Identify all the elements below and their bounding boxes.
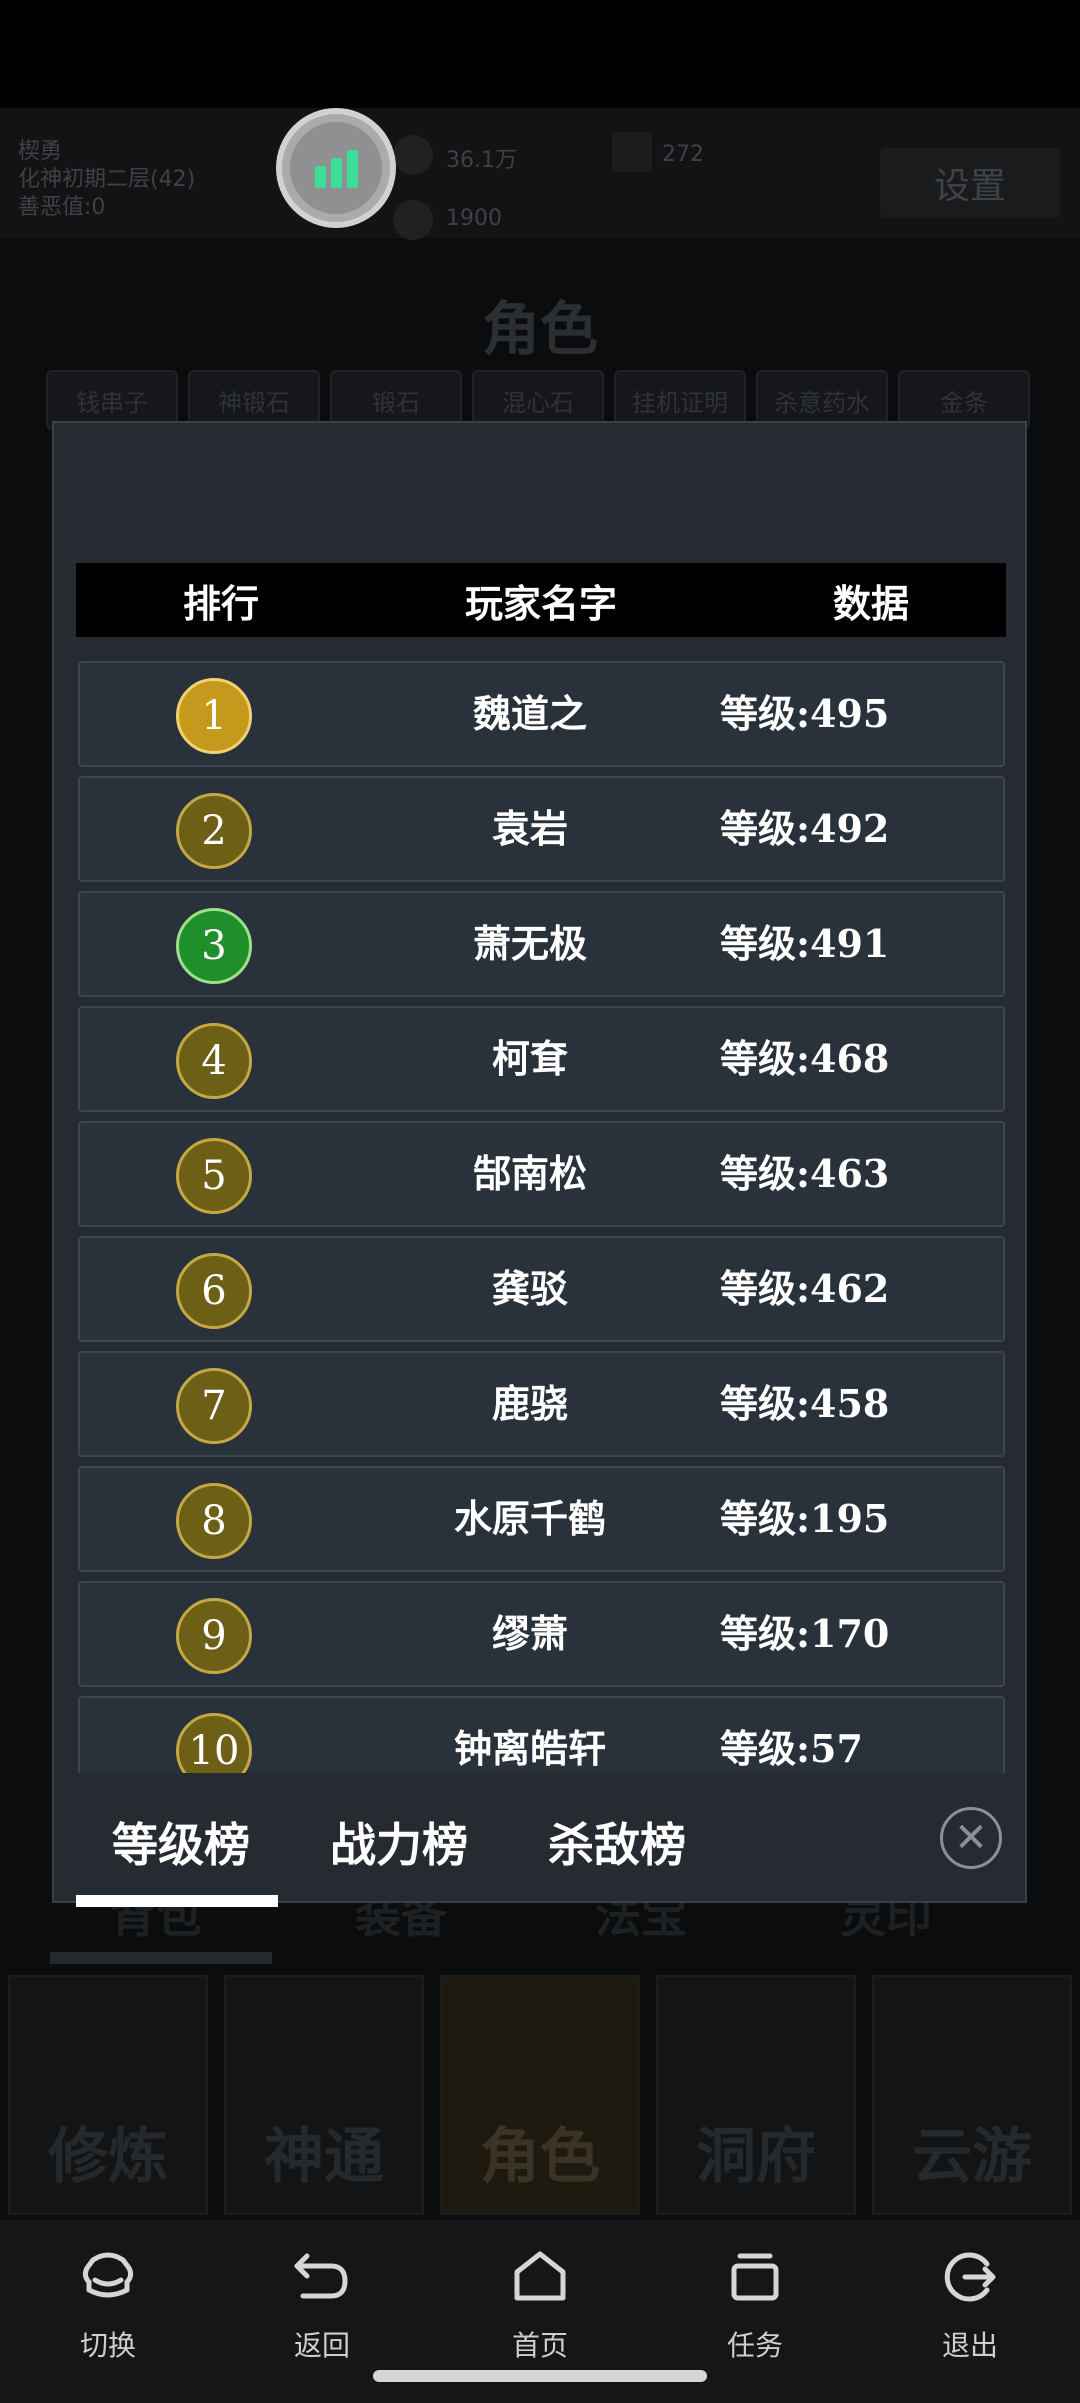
nav-tasks-button[interactable]: 任务 — [685, 2242, 825, 2364]
gesture-home-indicator[interactable] — [373, 2370, 707, 2382]
stat-crystals: 272 — [662, 142, 704, 167]
rank-medal: 9 — [176, 1598, 252, 1674]
player-name: 鹿骁 — [491, 1381, 568, 1426]
player-level: 等级:492 — [720, 806, 890, 851]
nav-switch-button[interactable]: 切换 — [38, 2242, 178, 2364]
card-label: 云游 — [912, 2122, 1032, 2192]
leaderboard-modal: 排行 玩家名字 数据 1 魏道之 等级:495 2 袁岩 等级:492 3 萧无极 等级:491… — [52, 421, 1029, 1907]
active-tab-indicator — [76, 1895, 278, 1907]
rank-medal: 5 — [176, 1138, 252, 1214]
header-rank: 排行 — [182, 580, 259, 626]
player-level: 等级:495 — [720, 691, 890, 736]
rank-medal: 8 — [176, 1483, 252, 1559]
tab-level-ranking[interactable]: 等级榜 — [112, 1809, 250, 1875]
player-karma: 善恶值:0 — [18, 195, 106, 220]
exit-icon — [944, 2252, 996, 2302]
card-abilities[interactable]: 神通 — [224, 1975, 424, 2215]
header-data: 数据 — [832, 580, 909, 626]
rank-medal: 10 — [176, 1713, 252, 1773]
card-travel[interactable]: 云游 — [872, 1975, 1072, 2215]
card-cave[interactable]: 洞府 — [656, 1975, 856, 2215]
nav-label: 首页 — [511, 2329, 568, 2362]
screen-title: 角色 — [481, 295, 598, 363]
leaderboard-list[interactable]: 1 魏道之 等级:495 2 袁岩 等级:492 3 萧无极 等级:491 4 柯耷 等级:468 5 郜… — [78, 661, 1008, 1773]
tab-kill-ranking[interactable]: 杀敌榜 — [548, 1809, 686, 1875]
rank-medal: 4 — [176, 1023, 252, 1099]
nav-label: 退出 — [941, 2329, 998, 2362]
nav-label: 任务 — [726, 2329, 783, 2362]
card-character[interactable]: 角色 — [440, 1975, 640, 2215]
nav-label: 切换 — [79, 2329, 136, 2362]
stat-spirit-stones: 36.1万 — [446, 148, 517, 173]
rank-medal: 2 — [176, 793, 252, 869]
card-label: 神通 — [264, 2122, 384, 2192]
leaderboard-tabs: 等级榜 战力榜 杀敌榜 — [54, 1773, 1029, 1905]
stat-coins: 1900 — [446, 206, 502, 231]
leaderboard-row[interactable]: 9 缪萧 等级:170 — [78, 1581, 1005, 1687]
player-level: 等级:57 — [720, 1726, 863, 1771]
leaderboard-row[interactable]: 1 魏道之 等级:495 — [78, 661, 1005, 767]
coin-icon — [393, 200, 433, 240]
player-name: 龚驳 — [491, 1266, 568, 1311]
player-name: 水原千鹤 — [453, 1496, 606, 1541]
leaderboard-row[interactable]: 4 柯耷 等级:468 — [78, 1006, 1005, 1112]
spirit-stone-icon — [393, 135, 433, 175]
bar-chart-icon — [290, 122, 382, 214]
floating-stats-button[interactable] — [276, 108, 396, 228]
status-area — [0, 0, 1080, 108]
player-level: 等级:468 — [720, 1036, 890, 1081]
nav-back-button[interactable]: 返回 — [252, 2242, 392, 2364]
player-info: 楔勇 化神初期二层(42) 善恶值:0 — [18, 138, 195, 222]
rank-medal: 3 — [176, 908, 252, 984]
leaderboard-row[interactable]: 3 萧无极 等级:491 — [78, 891, 1005, 997]
player-name: 萧无极 — [472, 921, 587, 966]
player-level: 等级:491 — [720, 921, 890, 966]
card-label: 修炼 — [48, 2122, 168, 2192]
leaderboard-header: 排行 玩家名字 数据 — [76, 563, 1006, 637]
header-player-name: 玩家名字 — [464, 580, 617, 626]
leaderboard-row[interactable]: 5 郜南松 等级:463 — [78, 1121, 1005, 1227]
player-name: 郜南松 — [472, 1151, 587, 1196]
leaderboard-row[interactable]: 6 龚驳 等级:462 — [78, 1236, 1005, 1342]
player-level: 等级:463 — [720, 1151, 890, 1196]
player-name: 魏道之 — [472, 691, 587, 736]
rank-medal: 7 — [176, 1368, 252, 1444]
home-icon — [514, 2251, 566, 2301]
leaderboard-row[interactable]: 2 袁岩 等级:492 — [78, 776, 1005, 882]
player-level: 等级:462 — [720, 1266, 890, 1311]
card-label: 角色 — [480, 2122, 600, 2192]
nav-home-button[interactable]: 首页 — [470, 2242, 610, 2364]
rank-medal: 1 — [176, 678, 252, 754]
settings-button[interactable]: 设置 — [880, 148, 1060, 218]
bottom-tab-indicator — [50, 1952, 272, 1964]
player-level: 等级:170 — [720, 1611, 890, 1656]
nav-label: 返回 — [293, 2329, 350, 2362]
player-name: 楔勇 — [18, 139, 63, 164]
nav-exit-button[interactable]: 退出 — [900, 2242, 1040, 2364]
player-name: 袁岩 — [491, 806, 568, 851]
player-level: 等级:195 — [720, 1496, 890, 1541]
crystal-icon — [612, 132, 652, 172]
tab-power-ranking[interactable]: 战力榜 — [330, 1809, 468, 1875]
back-icon — [294, 2253, 348, 2299]
player-level: 等级:458 — [720, 1381, 890, 1426]
close-icon[interactable]: ✕ — [940, 1807, 1002, 1869]
leaderboard-row[interactable]: 8 水原千鹤 等级:195 — [78, 1466, 1005, 1572]
rank-medal: 6 — [176, 1253, 252, 1329]
leaderboard-row[interactable]: 10 钟离皓轩 等级:57 — [78, 1696, 1005, 1773]
card-cultivate[interactable]: 修炼 — [8, 1975, 208, 2215]
player-name: 钟离皓轩 — [453, 1726, 606, 1771]
player-name: 缪萧 — [491, 1611, 568, 1656]
player-realm: 化神初期二层(42) — [18, 167, 196, 192]
player-name: 柯耷 — [491, 1036, 568, 1081]
switch-icon — [82, 2252, 134, 2298]
tasks-icon — [731, 2253, 779, 2301]
leaderboard-row[interactable]: 7 鹿骁 等级:458 — [78, 1351, 1005, 1457]
card-label: 洞府 — [696, 2122, 816, 2192]
